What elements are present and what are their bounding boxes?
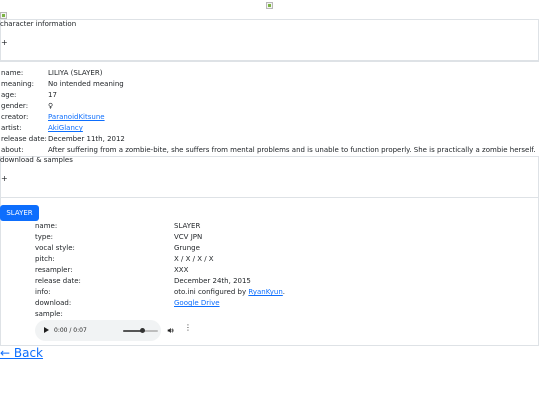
field-value: Grunge (174, 244, 200, 252)
field-value: XXX (174, 266, 189, 274)
character-info-heading: character information (0, 20, 77, 28)
divider (0, 61, 539, 62)
vb-field-download: download: Google Drive (0, 298, 539, 309)
audio-seek-bar[interactable] (123, 328, 158, 333)
field-label: info: (35, 288, 51, 296)
field-value: After suffering from a zombie-bite, she … (48, 146, 536, 154)
vb-field-resampler: resampler: XXX (0, 265, 539, 276)
field-label: release date: (35, 277, 81, 285)
field-label: name: (35, 222, 58, 230)
field-value: 17 (48, 91, 57, 99)
field-value: X / X / X / X (174, 255, 214, 263)
field-label: artist: (1, 124, 22, 132)
female-symbol: ♀ (48, 102, 54, 110)
vb-field-vocal-style: vocal style: Grunge (0, 243, 539, 254)
field-creator: creator: ParanoidKitsune (0, 112, 539, 123)
voicebank-tab-slayer[interactable]: SLAYER (0, 205, 39, 221)
field-label: meaning: (1, 80, 35, 88)
sample-audio-player[interactable]: 0:00 / 0:07 ⋮ (35, 320, 192, 341)
play-icon[interactable] (44, 327, 49, 333)
field-label: resampler: (35, 266, 73, 274)
field-label: name: (1, 69, 24, 77)
field-value: SLAYER (174, 222, 201, 230)
more-options-icon[interactable]: ⋮ (184, 324, 192, 332)
creator-link[interactable]: ParanoidKitsune (48, 112, 105, 123)
character-info-card (0, 19, 539, 61)
field-name: name: LILIYA (SLAYER) (0, 68, 539, 79)
ryankyun-link[interactable]: RyanKyun (248, 288, 282, 296)
field-label: download: (35, 299, 72, 307)
field-label: about: (1, 146, 24, 154)
artist-link[interactable]: AkiGlancy (48, 123, 83, 134)
field-label: vocal style: (35, 244, 75, 252)
field-label: release date: (1, 135, 47, 143)
banner-image (266, 2, 273, 9)
field-label: type: (35, 233, 53, 241)
vb-field-info: info: oto.ini configured by RyanKyun. (0, 287, 539, 298)
info-prefix: oto.ini configured by (174, 288, 249, 296)
field-about: about: After suffering from a zombie-bit… (0, 145, 539, 156)
field-value: December 24th, 2015 (174, 277, 251, 285)
vb-field-sample: sample: (0, 309, 539, 320)
google-drive-link[interactable]: Google Drive (174, 298, 220, 309)
info-suffix: . (282, 288, 286, 296)
downloads-toggle[interactable]: + (1, 174, 8, 183)
field-value: VCV JPN (174, 233, 203, 241)
field-value: LILIYA (SLAYER) (48, 69, 103, 77)
vb-field-name: name: SLAYER (0, 221, 539, 232)
audio-time: 0:00 / 0:07 (54, 327, 87, 334)
field-artist: artist: AkiGlancy (0, 123, 539, 134)
field-label: gender: (1, 102, 29, 110)
character-image (0, 12, 7, 19)
downloads-heading: download & samples (0, 156, 73, 164)
field-meaning: meaning: No intended meaning (0, 79, 539, 90)
field-label: age: (1, 91, 17, 99)
volume-icon[interactable] (167, 327, 174, 334)
audio-seek-thumb[interactable] (139, 328, 145, 333)
field-value: December 11th, 2012 (48, 135, 125, 143)
field-value: oto.ini configured by RyanKyun. (174, 287, 285, 298)
character-info-toggle[interactable]: + (1, 38, 8, 47)
back-link[interactable]: ← Back (0, 346, 43, 360)
vb-field-pitch: pitch: X / X / X / X (0, 254, 539, 265)
divider (0, 197, 539, 198)
vb-field-type: type: VCV JPN (0, 232, 539, 243)
field-gender: gender: ♀ (0, 101, 539, 112)
field-label: creator: (1, 113, 29, 121)
field-label: pitch: (35, 255, 55, 263)
field-label: sample: (35, 310, 63, 318)
field-value: No intended meaning (48, 80, 124, 88)
vb-field-release-date: release date: December 24th, 2015 (0, 276, 539, 287)
field-release-date: release date: December 11th, 2012 (0, 134, 539, 145)
field-age: age: 17 (0, 90, 539, 101)
